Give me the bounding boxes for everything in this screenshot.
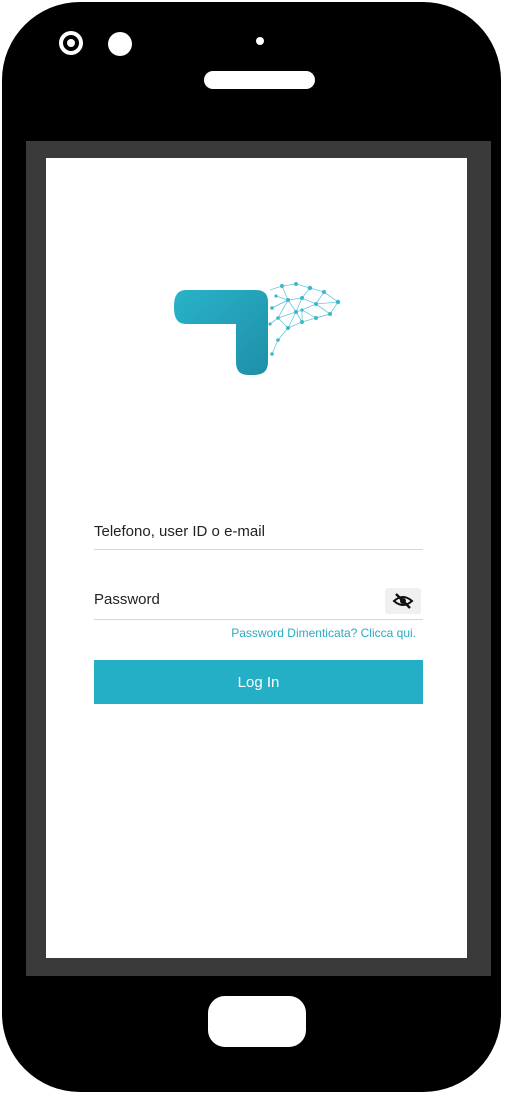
app-screen: Telefono, user ID o e-mail Password Pass…: [46, 158, 467, 958]
camera-lens: [67, 39, 75, 47]
password-field[interactable]: Password: [94, 586, 423, 620]
camera-icon: [59, 31, 83, 55]
app-logo-icon: [174, 282, 341, 375]
forgot-password-link[interactable]: Password Dimenticata? Clicca qui.: [231, 626, 416, 640]
phone-frame: Telefono, user ID o e-mail Password Pass…: [2, 2, 501, 1092]
password-placeholder: Password: [94, 591, 160, 608]
sensor-dot: [108, 32, 132, 56]
username-placeholder: Telefono, user ID o e-mail: [94, 523, 265, 540]
login-button[interactable]: Log In: [94, 660, 423, 704]
front-camera-dot: [256, 37, 264, 45]
home-button[interactable]: [205, 993, 309, 1050]
earpiece-speaker: [204, 71, 315, 89]
username-field[interactable]: Telefono, user ID o e-mail: [94, 518, 423, 550]
eye-slash-icon: [392, 593, 414, 609]
password-visibility-toggle[interactable]: [385, 588, 421, 614]
